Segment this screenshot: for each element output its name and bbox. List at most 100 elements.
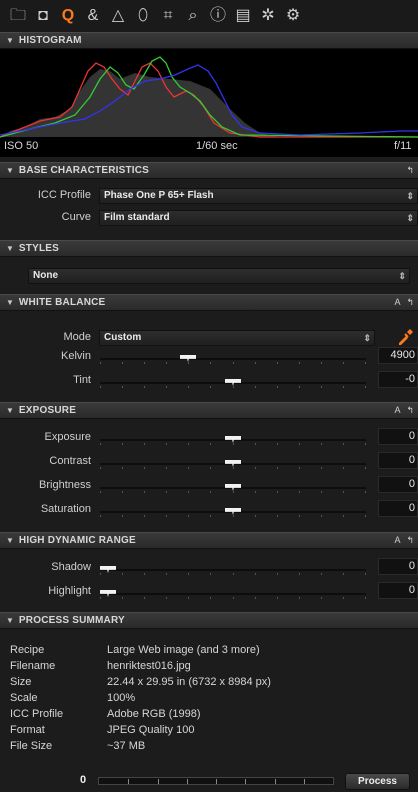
crop-icon[interactable]: ⌗ xyxy=(158,6,178,26)
metadata-icon[interactable]: ▤ xyxy=(233,6,253,26)
slider-tick xyxy=(122,515,124,517)
exposure-row-value[interactable]: 0 xyxy=(378,500,418,517)
slider-knob[interactable] xyxy=(100,590,116,597)
batch-icon[interactable]: ⚙ xyxy=(283,6,303,26)
reset-icon[interactable]: ↰ xyxy=(406,405,414,416)
slider-knob[interactable] xyxy=(180,355,196,362)
kelvin-slider[interactable] xyxy=(100,353,366,365)
select-arrows-icon: ⇕ xyxy=(406,213,414,223)
slider-tick xyxy=(298,386,300,388)
lens-icon[interactable]: ⬯ xyxy=(133,6,153,26)
slider-tick xyxy=(276,362,278,364)
styles-select[interactable]: None ⇕ xyxy=(28,268,410,284)
slider-tick xyxy=(188,443,190,445)
slider-track xyxy=(100,569,366,571)
curve-select[interactable]: Film standard ⇕ xyxy=(99,210,418,226)
folder-icon[interactable]: 🗀 xyxy=(8,6,28,26)
reset-icon[interactable]: ↰ xyxy=(406,535,414,546)
slider-knob[interactable] xyxy=(225,436,241,443)
exposure-icon[interactable]: △ xyxy=(108,6,128,26)
auto-button[interactable]: A xyxy=(394,405,400,416)
exposure-row-label: Exposure xyxy=(44,431,91,443)
slider-tick xyxy=(254,597,256,599)
slider-tick xyxy=(210,467,212,469)
collapse-triangle-icon[interactable]: ▼ xyxy=(6,244,14,253)
slider-tick xyxy=(365,491,366,493)
slider-tick xyxy=(144,515,146,517)
collapse-triangle-icon[interactable]: ▼ xyxy=(6,406,14,415)
slider-tick xyxy=(122,467,124,469)
process-progress-bar xyxy=(98,777,334,785)
exposure-row-slider[interactable] xyxy=(100,482,366,494)
slider-tick xyxy=(254,443,256,445)
curve-value: Film standard xyxy=(104,212,170,223)
camera-icon[interactable]: ◘ xyxy=(33,6,53,26)
slider-tick xyxy=(232,573,234,575)
styles-header[interactable]: ▼ STYLES xyxy=(0,240,418,257)
reset-icon[interactable]: ↰ xyxy=(406,165,414,176)
details-icon[interactable]: ⌕ xyxy=(183,6,203,26)
hdr-row-slider[interactable] xyxy=(100,588,366,600)
header-controls: A ↰ xyxy=(394,297,414,308)
auto-button[interactable]: A xyxy=(394,297,400,308)
collapse-triangle-icon[interactable]: ▼ xyxy=(6,166,14,175)
reset-icon[interactable]: ↰ xyxy=(406,297,414,308)
exposure-row-slider[interactable] xyxy=(100,506,366,518)
exposure-header[interactable]: ▼ EXPOSURE A ↰ xyxy=(0,402,418,419)
collapse-triangle-icon[interactable]: ▼ xyxy=(6,298,14,307)
slider-tick xyxy=(254,515,256,517)
tint-slider[interactable] xyxy=(100,377,366,389)
slider-knob[interactable] xyxy=(100,566,116,573)
hdr-row-value[interactable]: 0 xyxy=(378,582,418,599)
exposure-row-slider[interactable] xyxy=(100,458,366,470)
collapse-triangle-icon[interactable]: ▼ xyxy=(6,36,14,45)
quick-search-icon[interactable]: Q xyxy=(58,6,78,26)
tint-value[interactable]: -0 xyxy=(378,371,418,388)
hdr-row-value[interactable]: 0 xyxy=(378,558,418,575)
color-icon[interactable]: & xyxy=(83,6,103,26)
exposure-row-slider[interactable] xyxy=(100,434,366,446)
slider-tick xyxy=(276,467,278,469)
auto-button[interactable]: A xyxy=(394,535,400,546)
summary-key: Filename xyxy=(10,660,56,672)
exposure-row-value[interactable]: 0 xyxy=(378,476,418,493)
slider-tick xyxy=(166,386,168,388)
histogram-header[interactable]: ▼ HISTOGRAM xyxy=(0,32,418,49)
aperture-value: f/11 xyxy=(394,140,412,152)
histogram-exif-bar: ISO 50 1/60 sec f/11 xyxy=(0,138,418,158)
exposure-row-value[interactable]: 0 xyxy=(378,452,418,469)
icc-profile-select[interactable]: Phase One P 65+ Flash ⇕ xyxy=(99,188,418,204)
info-icon[interactable]: ⓘ xyxy=(208,6,228,26)
process-summary-header[interactable]: ▼ PROCESS SUMMARY xyxy=(0,612,418,629)
white-balance-title: WHITE BALANCE xyxy=(18,297,106,308)
slider-tick xyxy=(188,467,190,469)
hdr-row-slider[interactable] xyxy=(100,564,366,576)
hdr-header[interactable]: ▼ HIGH DYNAMIC RANGE A ↰ xyxy=(0,532,418,549)
settings-icon[interactable]: ✲ xyxy=(258,6,278,26)
slider-tick xyxy=(276,515,278,517)
slider-knob[interactable] xyxy=(225,508,241,515)
wb-mode-select[interactable]: Custom ⇕ xyxy=(99,330,375,346)
slider-tick xyxy=(144,491,146,493)
base-characteristics-title: BASE CHARACTERISTICS xyxy=(18,165,150,176)
summary-value: Large Web image (and 3 more) xyxy=(107,644,260,656)
slider-knob[interactable] xyxy=(225,484,241,491)
white-balance-header[interactable]: ▼ WHITE BALANCE A ↰ xyxy=(0,294,418,311)
slider-tick xyxy=(144,362,146,364)
exposure-row-value[interactable]: 0 xyxy=(378,428,418,445)
base-characteristics-header[interactable]: ▼ BASE CHARACTERISTICS ↰ xyxy=(0,162,418,179)
kelvin-value[interactable]: 4900 xyxy=(378,347,418,364)
eyedropper-icon[interactable] xyxy=(396,328,414,346)
slider-knob[interactable] xyxy=(225,460,241,467)
slider-tick xyxy=(210,362,212,364)
progress-tick xyxy=(303,779,305,784)
process-button[interactable]: Process xyxy=(345,773,410,790)
slider-tick xyxy=(365,362,366,364)
collapse-triangle-icon[interactable]: ▼ xyxy=(6,536,14,545)
slider-knob[interactable] xyxy=(225,379,241,386)
slider-tick xyxy=(122,573,124,575)
slider-tick xyxy=(232,386,234,388)
slider-tick xyxy=(188,491,190,493)
collapse-triangle-icon[interactable]: ▼ xyxy=(6,616,14,625)
summary-key: ICC Profile xyxy=(10,708,64,720)
